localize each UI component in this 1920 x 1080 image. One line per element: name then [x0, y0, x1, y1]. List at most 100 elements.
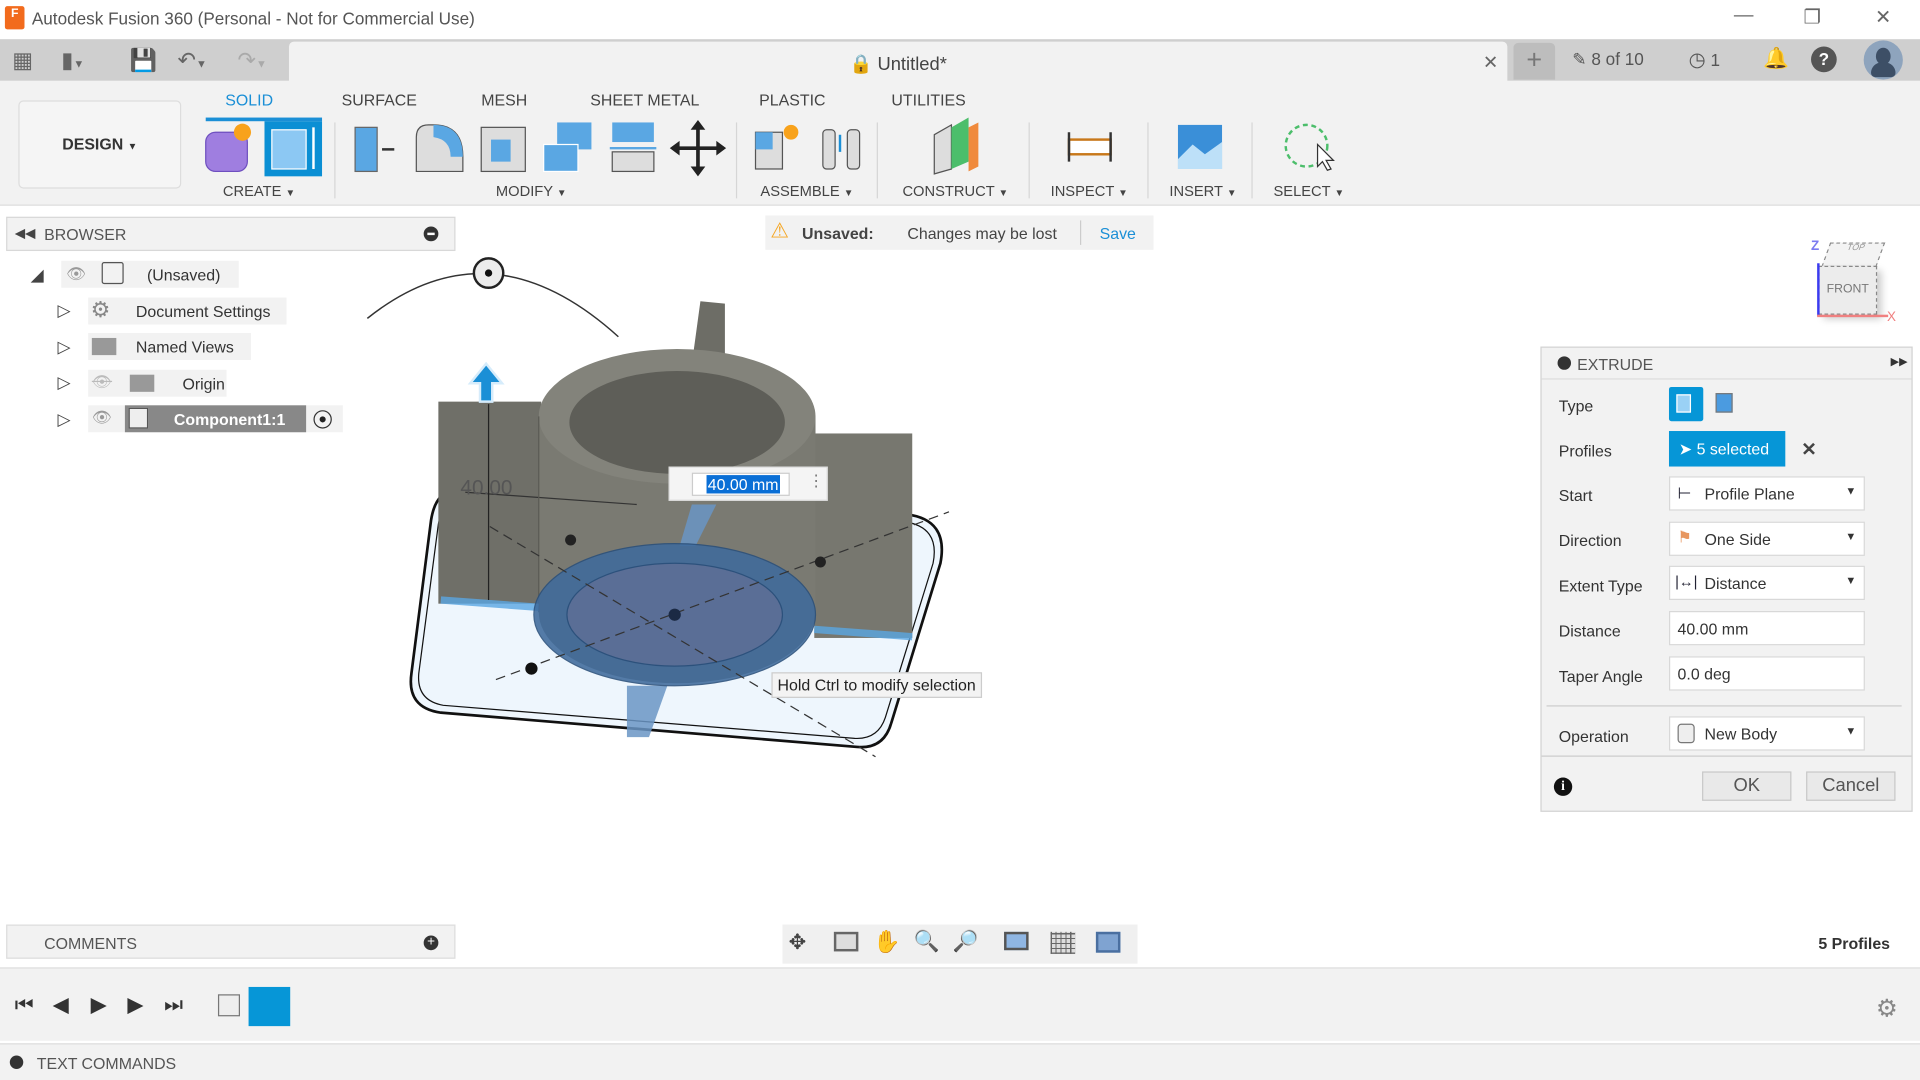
unsaved-message: Changes may be lost [907, 224, 1057, 243]
zoom-icon[interactable]: 🔍 [913, 929, 939, 953]
comments-title: COMMENTS [44, 934, 137, 953]
ribbon-divider [876, 122, 878, 199]
timeline-extrude-feature[interactable] [248, 986, 291, 1027]
timeline-sketch-feature[interactable] [217, 994, 241, 1017]
create-form-icon[interactable] [205, 123, 252, 173]
timeline: ⏮ ◀ ▶ ▶ ⏭ ⚙ [0, 967, 1920, 1041]
browser-panel-header: ◀◀ BROWSER [6, 216, 456, 252]
z-axis [1817, 263, 1820, 316]
combine-icon[interactable] [543, 122, 592, 173]
display-settings-icon[interactable] [1004, 931, 1029, 951]
expand-icon[interactable]: ▷ [58, 300, 71, 321]
folder-icon [91, 337, 117, 356]
browser-minimize-icon[interactable] [423, 226, 439, 242]
extrude-arrow-handle[interactable] [467, 361, 505, 403]
create-menu[interactable]: CREATE ▼ [223, 182, 295, 199]
extrude-icon[interactable] [264, 121, 323, 177]
start-dropdown[interactable]: ⊢ Profile Plane ▼ [1668, 476, 1865, 511]
offset-plane-icon[interactable] [933, 117, 979, 175]
direction-dropdown[interactable]: ⚑ One Side ▼ [1668, 521, 1865, 556]
expanded-triangle-icon[interactable]: ◢ [31, 264, 44, 285]
orbit-icon[interactable]: ✥ [789, 931, 806, 955]
extent-type-label: Extent Type [1558, 576, 1643, 596]
eye-icon[interactable]: 👁 [92, 408, 112, 428]
play-icon[interactable]: ▶ [91, 993, 107, 1017]
expand-dialog-icon[interactable]: ▶▶ [1891, 355, 1908, 368]
distance-manipulator-box: 40.00 mm ⋮ [668, 466, 828, 501]
type-thin-button[interactable] [1715, 393, 1733, 413]
info-icon[interactable]: i [1553, 777, 1573, 796]
direction-label: Direction [1558, 531, 1622, 550]
select-icon[interactable] [1284, 123, 1335, 171]
inspect-menu[interactable]: INSPECT ▼ [1051, 182, 1128, 199]
eye-icon[interactable]: 👁 [66, 264, 86, 284]
collapse-dialog-icon[interactable] [1557, 356, 1572, 370]
browser-item-component[interactable]: 👁 Component1:1 [88, 405, 343, 433]
hidden-eye-icon[interactable]: 👁 [92, 372, 112, 392]
select-menu[interactable]: SELECT ▼ [1273, 182, 1344, 199]
type-solid-button[interactable] [1668, 386, 1704, 422]
timeline-settings-gear-icon[interactable]: ⚙ [1876, 993, 1898, 1024]
add-comment-icon[interactable]: + [423, 935, 439, 951]
extent-type-dropdown[interactable]: |↔| Distance ▼ [1668, 565, 1865, 601]
browser-item-named-views[interactable]: Named Views [88, 333, 252, 361]
activate-radio-icon[interactable] [313, 410, 332, 429]
extrude-header[interactable]: EXTRUDE ▶▶ [1541, 348, 1912, 380]
clear-selection-icon[interactable]: ✕ [1801, 438, 1816, 461]
joint-icon[interactable] [822, 129, 861, 170]
press-pull-icon[interactable] [354, 126, 395, 173]
measure-icon[interactable] [1067, 132, 1112, 162]
go-to-start-icon[interactable]: ⏮ [15, 993, 34, 1017]
grid-icon[interactable] [1050, 931, 1076, 954]
ok-button[interactable]: OK [1702, 771, 1792, 801]
look-at-icon[interactable] [833, 931, 859, 952]
assemble-menu[interactable]: ASSEMBLE ▼ [760, 182, 853, 199]
taper-angle-input[interactable]: 0.0 deg [1668, 656, 1865, 691]
fillet-icon[interactable] [415, 124, 464, 173]
browser-item-origin[interactable]: 👁 Origin [88, 369, 227, 397]
expand-icon[interactable]: ▷ [58, 409, 71, 430]
viewcube-top[interactable]: TOP [1821, 242, 1886, 267]
item-label: Component1:1 [173, 410, 286, 429]
pan-hand-icon[interactable]: ✋ [873, 929, 900, 955]
operation-label: Operation [1558, 727, 1629, 746]
profiles-selection-button[interactable]: ➤ 5 selected [1668, 431, 1786, 467]
insert-image-icon[interactable] [1177, 124, 1223, 169]
move-icon[interactable] [669, 120, 727, 177]
viewports-icon[interactable] [1095, 931, 1121, 953]
expand-icon[interactable]: ▷ [58, 337, 71, 358]
distance-inline-input[interactable]: 40.00 mm [691, 472, 790, 496]
viewcube[interactable]: TOP FRONT Z X [1806, 239, 1904, 327]
browser-root-node[interactable]: 👁 (Unsaved) [61, 260, 239, 288]
gear-icon: ⚙ [90, 297, 111, 323]
expand-text-commands-icon[interactable] [9, 1055, 24, 1069]
expand-icon[interactable]: ▷ [58, 372, 71, 393]
unsaved-label: Unsaved: [802, 224, 874, 243]
offset-face-icon[interactable] [609, 122, 657, 173]
modify-menu[interactable]: MODIFY ▼ [496, 182, 567, 199]
step-back-icon[interactable]: ◀ [53, 993, 69, 1017]
more-options-icon[interactable]: ⋮ [808, 471, 824, 491]
operation-dropdown[interactable]: New Body ▼ [1668, 716, 1865, 751]
insert-menu[interactable]: INSERT ▼ [1169, 182, 1236, 199]
new-component-icon[interactable] [754, 124, 799, 170]
taper-angle-label: Taper Angle [1558, 667, 1643, 686]
go-to-end-icon[interactable]: ⏭ [164, 993, 183, 1017]
z-axis-label: Z [1811, 238, 1820, 254]
ribbon-divider [1147, 122, 1149, 199]
distance-label: Distance [1558, 622, 1621, 641]
cancel-button[interactable]: Cancel [1806, 771, 1896, 801]
browser-title: BROWSER [44, 225, 127, 244]
viewcube-front[interactable]: FRONT [1818, 265, 1878, 315]
cursor-icon: ➤ [1678, 439, 1693, 458]
rotation-handle[interactable] [472, 257, 505, 289]
distance-input[interactable]: 40.00 mm [1668, 611, 1865, 646]
step-forward-icon[interactable]: ▶ [127, 993, 143, 1017]
shell-icon[interactable] [480, 126, 526, 173]
browser-item-document-settings[interactable]: ⚙ Document Settings [88, 297, 287, 325]
fit-window-icon[interactable]: 🔎 [953, 929, 979, 953]
collapse-browser-icon[interactable]: ◀◀ [15, 225, 36, 242]
construct-menu[interactable]: CONSTRUCT ▼ [902, 182, 1008, 199]
dialog-title: EXTRUDE [1577, 355, 1654, 374]
save-link[interactable]: Save [1100, 224, 1136, 242]
